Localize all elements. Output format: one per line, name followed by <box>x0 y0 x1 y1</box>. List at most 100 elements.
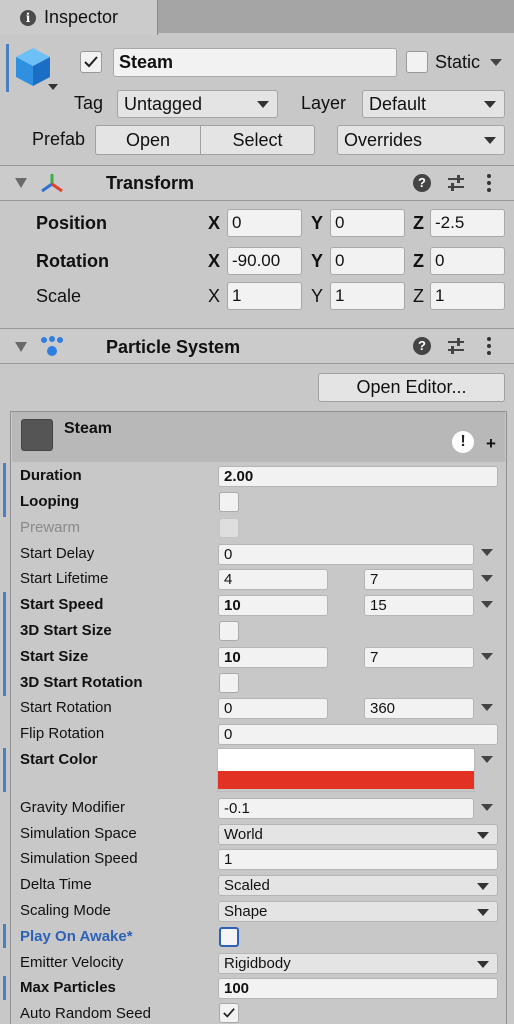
static-label: Static <box>435 52 481 72</box>
checkmark-icon <box>84 56 98 68</box>
presets-sliders-icon[interactable] <box>446 174 466 192</box>
rotation-x-field[interactable]: -90.00 <box>227 247 302 275</box>
foldout-triangle-icon[interactable] <box>15 342 27 352</box>
flip-rotation-field[interactable]: 0 <box>218 724 498 745</box>
start-lifetime-label: Start Lifetime <box>20 570 109 587</box>
particle-system-icon <box>41 336 63 356</box>
open-editor-button[interactable]: Open Editor... <box>318 373 505 402</box>
position-x-field[interactable]: 0 <box>227 209 302 237</box>
start-color-label: Start Color <box>20 751 98 768</box>
layer-value: Default <box>369 93 427 114</box>
duration-field[interactable]: 2.00 <box>218 466 498 487</box>
color-top-band <box>218 749 474 771</box>
scale-y-field[interactable]: 1 <box>330 282 405 310</box>
tag-value: Untagged <box>124 93 203 114</box>
start-speed-max-field[interactable]: 15 <box>364 595 474 616</box>
prewarm-checkbox[interactable] <box>219 518 239 538</box>
more-options-icon[interactable] <box>487 337 491 355</box>
static-checkbox[interactable] <box>406 51 428 73</box>
scale-label: Scale <box>36 286 82 306</box>
curve-mode-dropdown-icon[interactable] <box>481 653 493 660</box>
chevron-down-icon[interactable] <box>48 84 58 90</box>
curve-mode-dropdown-icon[interactable] <box>481 704 493 711</box>
max-particles-field[interactable]: 100 <box>218 978 498 999</box>
delta-time-dropdown[interactable]: Scaled <box>218 875 498 896</box>
max-particles-label: Max Particles <box>20 979 116 996</box>
transform-header[interactable] <box>0 165 514 201</box>
start-size-max-field[interactable]: 7 <box>364 647 474 668</box>
start-color-gradient-swatch[interactable] <box>217 748 475 792</box>
position-z-label[interactable]: Z <box>413 213 424 234</box>
prefab-select-button[interactable]: Select <box>200 125 315 155</box>
curve-mode-dropdown-icon[interactable] <box>481 804 493 811</box>
start-lifetime-max-field[interactable]: 7 <box>364 569 474 590</box>
start-size-label: Start Size <box>20 648 89 665</box>
tab-inspector[interactable]: i Inspector <box>0 0 158 35</box>
chevron-down-icon <box>484 137 496 144</box>
static-dropdown-arrow-icon[interactable] <box>490 59 502 66</box>
rotation-z-label[interactable]: Z <box>413 251 424 272</box>
tag-dropdown[interactable]: Untagged <box>117 90 278 118</box>
chevron-down-icon <box>257 101 269 108</box>
rotation-y-label[interactable]: Y <box>311 251 323 272</box>
curve-mode-dropdown-icon[interactable] <box>481 601 493 608</box>
looping-checkbox[interactable] <box>219 492 239 512</box>
start-size-min-field[interactable]: 10 <box>218 647 328 668</box>
emitter-velocity-dropdown[interactable]: Rigidbody <box>218 953 498 974</box>
chevron-down-icon <box>477 960 489 968</box>
scale-x-field[interactable]: 1 <box>227 282 302 310</box>
curve-mode-dropdown-icon[interactable] <box>481 549 493 556</box>
delta-time-label: Delta Time <box>20 876 92 893</box>
info-icon: i <box>20 9 36 26</box>
help-icon[interactable]: ? <box>413 337 431 355</box>
3d-start-rotation-checkbox[interactable] <box>219 673 239 693</box>
auto-random-seed-checkbox[interactable] <box>219 1003 239 1023</box>
active-checkbox[interactable] <box>80 51 102 73</box>
rotation-z-field[interactable]: 0 <box>430 247 505 275</box>
modified-indicator <box>3 976 6 1000</box>
position-y-field[interactable]: 0 <box>330 209 405 237</box>
warning-icon[interactable]: ! <box>452 431 474 453</box>
prefab-overrides-dropdown[interactable]: Overrides <box>337 125 505 155</box>
modified-indicator <box>3 924 6 948</box>
rotation-x-label[interactable]: X <box>208 251 220 272</box>
play-on-awake-checkbox[interactable] <box>219 927 239 947</box>
curve-mode-dropdown-icon[interactable] <box>481 575 493 582</box>
start-delay-field[interactable]: 0 <box>218 544 474 565</box>
simulation-speed-field[interactable]: 1 <box>218 849 498 870</box>
start-lifetime-min-field[interactable]: 4 <box>218 569 328 590</box>
scaling-mode-dropdown[interactable]: Shape <box>218 901 498 922</box>
gravity-modifier-field[interactable]: -0.1 <box>218 798 474 819</box>
chevron-down-icon <box>477 908 489 916</box>
add-module-icon[interactable]: + <box>486 434 496 454</box>
prefab-label: Prefab <box>32 129 86 149</box>
name-field[interactable]: Steam <box>113 48 397 77</box>
scale-y-label[interactable]: Y <box>311 286 323 307</box>
presets-sliders-icon[interactable] <box>446 337 466 355</box>
scale-z-label[interactable]: Z <box>413 286 424 307</box>
position-y-label[interactable]: Y <box>311 213 323 234</box>
foldout-triangle-icon[interactable] <box>15 178 27 188</box>
delta-time-value: Scaled <box>224 877 270 894</box>
layer-dropdown[interactable]: Default <box>362 90 505 118</box>
duration-label: Duration <box>20 467 82 484</box>
more-options-icon[interactable] <box>487 174 491 192</box>
curve-mode-dropdown-icon[interactable] <box>481 756 493 763</box>
rotation-y-field[interactable]: 0 <box>330 247 405 275</box>
position-x-label[interactable]: X <box>208 213 220 234</box>
scale-z-field[interactable]: 1 <box>430 282 505 310</box>
simulation-space-dropdown[interactable]: World <box>218 824 498 845</box>
start-rotation-max-field[interactable]: 360 <box>364 698 474 719</box>
gravity-modifier-label: Gravity Modifier <box>20 799 126 816</box>
help-icon[interactable]: ? <box>413 174 431 192</box>
particle-system-header[interactable] <box>0 328 514 364</box>
3d-start-size-checkbox[interactable] <box>219 621 239 641</box>
scale-x-label[interactable]: X <box>208 286 220 307</box>
transform-axes-icon <box>41 174 63 193</box>
start-speed-min-field[interactable]: 10 <box>218 595 328 616</box>
start-rotation-min-field[interactable]: 0 <box>218 698 328 719</box>
chevron-down-icon <box>484 101 496 108</box>
prefab-open-button[interactable]: Open <box>95 125 201 155</box>
position-z-field[interactable]: -2.5 <box>430 209 505 237</box>
chevron-down-icon <box>477 831 489 839</box>
